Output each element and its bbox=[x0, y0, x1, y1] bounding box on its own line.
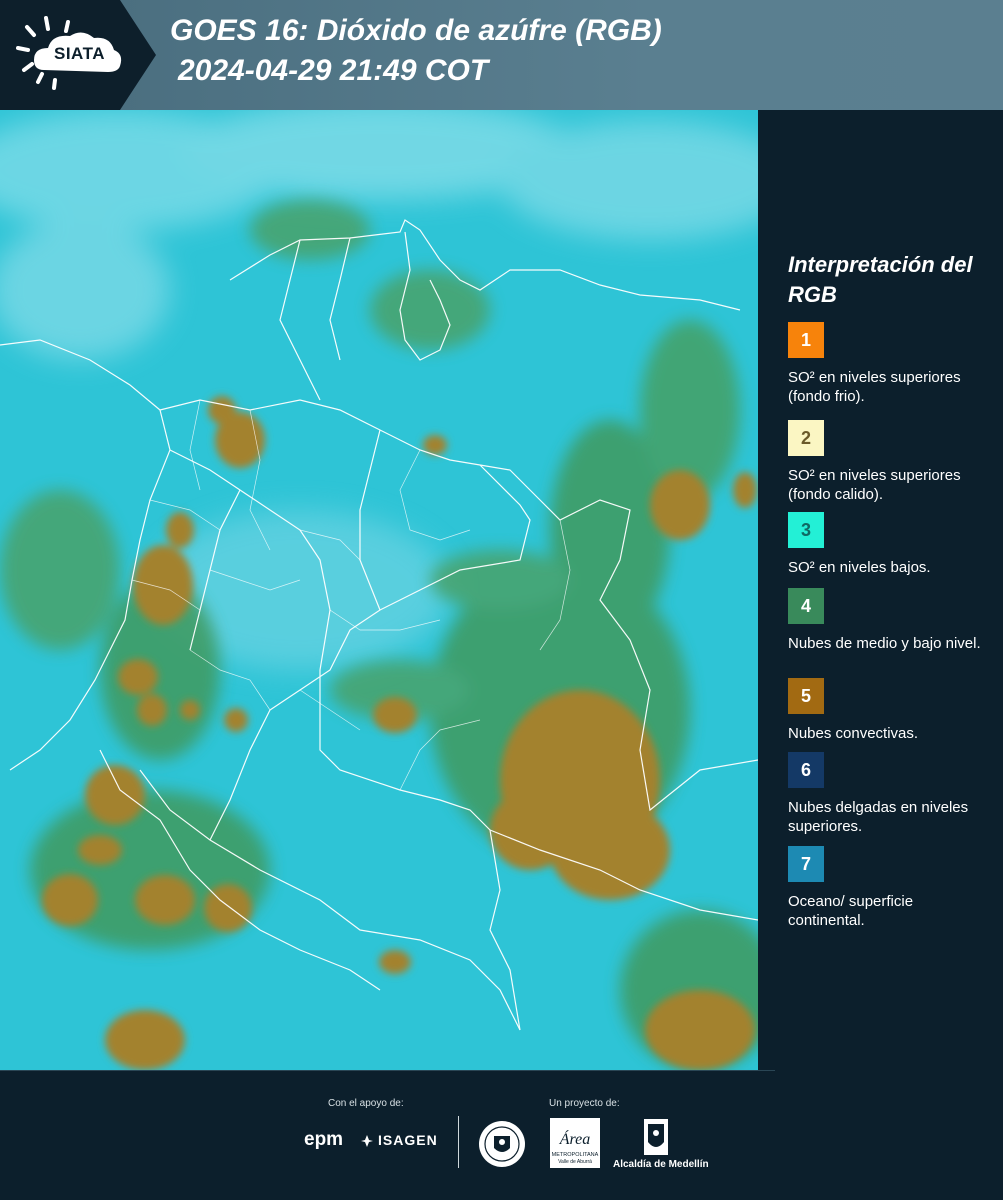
area-logo-subtext: METROPOLITANA bbox=[552, 1152, 599, 1158]
siata-logo[interactable]: SIATA bbox=[0, 0, 150, 110]
legend-label-5: Nubes convectivas. bbox=[788, 725, 919, 742]
legend-label-1: SO² en niveles superiores (fondo frio). bbox=[788, 369, 961, 405]
legend-item-7: 7 Oceano/ superficie continental. bbox=[788, 846, 988, 930]
medellin-seal-icon[interactable] bbox=[478, 1120, 526, 1168]
legend-label-7: Oceano/ superficie continental. bbox=[788, 893, 914, 929]
isagen-icon bbox=[361, 1135, 373, 1147]
legend-item-5: 5 Nubes convectivas. bbox=[788, 678, 988, 743]
logo-text: SIATA bbox=[54, 44, 105, 63]
legend-label-2: SO² en niveles superiores (fondo calido)… bbox=[788, 467, 961, 503]
legend-item-3: 3 SO² en niveles bajos. bbox=[788, 512, 988, 577]
legend-label-4: Nubes de medio y bajo nivel. bbox=[788, 635, 981, 652]
support-label: Con el apoyo de: bbox=[328, 1098, 404, 1109]
legend: Interpretación del RGB bbox=[770, 250, 995, 310]
alcaldia-logo-text[interactable]: Alcaldía de Medellín bbox=[613, 1159, 709, 1170]
page-timestamp: 2024-04-29 21:49 COT bbox=[178, 54, 489, 87]
legend-title: Interpretación del RGB bbox=[788, 252, 973, 307]
project-label: Un proyecto de: bbox=[549, 1098, 620, 1109]
area-logo-subtext-2: Valle de Aburrá bbox=[558, 1159, 592, 1165]
area-metropolitana-logo[interactable]: Área METROPOLITANA Valle de Aburrá bbox=[550, 1118, 600, 1168]
isagen-logo[interactable]: ISAGEN bbox=[378, 1132, 438, 1148]
map-canvas bbox=[0, 110, 758, 1070]
legend-item-1: 1 SO² en niveles superiores (fondo frio). bbox=[788, 322, 988, 406]
legend-item-4: 4 Nubes de medio y bajo nivel. bbox=[788, 588, 988, 653]
footer-divider-line bbox=[0, 1070, 775, 1071]
satellite-map[interactable] bbox=[0, 110, 758, 1070]
footer: Con el apoyo de: Un proyecto de: epm ISA… bbox=[0, 1070, 1003, 1200]
legend-label-6: Nubes delgadas en niveles superiores. bbox=[788, 799, 969, 835]
area-logo-text: Área bbox=[559, 1129, 591, 1148]
legend-swatch-4: 4 bbox=[788, 588, 824, 624]
header: SIATA GOES 16: Dióxido de azúfre (RGB) 2… bbox=[0, 0, 1003, 110]
page-title: GOES 16: Dióxido de azúfre (RGB) bbox=[170, 14, 662, 47]
legend-swatch-6: 6 bbox=[788, 752, 824, 788]
legend-swatch-3: 3 bbox=[788, 512, 824, 548]
epm-logo[interactable]: epm bbox=[304, 1129, 343, 1151]
alcaldia-shield-icon bbox=[644, 1119, 668, 1155]
legend-swatch-5: 5 bbox=[788, 678, 824, 714]
legend-item-6: 6 Nubes delgadas en niveles superiores. bbox=[788, 752, 988, 836]
legend-swatch-1: 1 bbox=[788, 322, 824, 358]
legend-swatch-2: 2 bbox=[788, 420, 824, 456]
legend-label-3: SO² en niveles bajos. bbox=[788, 559, 931, 576]
legend-swatch-7: 7 bbox=[788, 846, 824, 882]
footer-separator bbox=[458, 1116, 459, 1168]
legend-item-2: 2 SO² en niveles superiores (fondo calido… bbox=[788, 420, 988, 504]
